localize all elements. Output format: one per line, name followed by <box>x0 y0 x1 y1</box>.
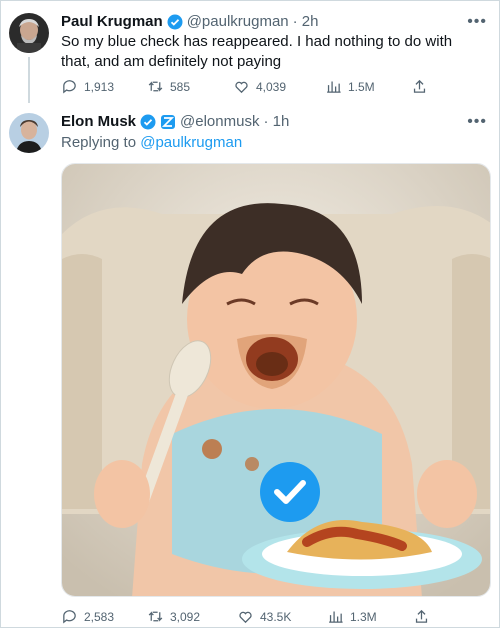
tweet-text: So my blue check has reappeared. I had n… <box>61 33 453 70</box>
verified-badge-icon <box>167 14 183 30</box>
retweet-count: 585 <box>170 79 191 94</box>
more-icon[interactable]: ••• <box>467 114 487 130</box>
like-count: 4,039 <box>256 79 287 94</box>
avatar-elon-musk[interactable] <box>9 113 49 153</box>
verified-badge-icon <box>140 114 156 130</box>
share-icon <box>413 79 426 93</box>
tweet-media-image[interactable] <box>61 163 491 597</box>
retweet-button[interactable]: 585 <box>147 78 233 95</box>
reply-button[interactable]: 2,583 <box>61 608 147 625</box>
like-icon <box>235 81 248 94</box>
reply-icon <box>63 80 76 94</box>
author-name[interactable]: Paul Krugman <box>61 13 163 30</box>
views-count: 1.3M <box>350 609 377 624</box>
timestamp[interactable]: · 2h <box>293 13 319 30</box>
reply-count: 1,913 <box>84 79 115 94</box>
like-count: 43.5K <box>260 609 292 624</box>
like-button[interactable]: 43.5K <box>237 608 327 625</box>
retweet-icon <box>148 611 163 622</box>
views-icon <box>327 81 341 93</box>
crying-baby-illustration <box>62 164 490 596</box>
tweet1-actions: 1,913 585 4,039 1.5M <box>61 78 428 95</box>
views-icon <box>329 611 343 623</box>
retweet-icon <box>148 81 163 92</box>
verified-check-on-bib <box>260 462 320 522</box>
reply-button[interactable]: 1,913 <box>61 78 147 95</box>
more-icon[interactable]: ••• <box>467 14 487 30</box>
avatar-paul-krugman[interactable] <box>9 13 49 53</box>
timestamp[interactable]: · 1h <box>263 113 289 130</box>
replying-to: Replying to @paulkrugman <box>61 134 242 151</box>
affiliation-badge-icon[interactable] <box>160 114 176 130</box>
thread-connector-line <box>28 57 30 103</box>
like-icon <box>239 611 252 624</box>
views-count: 1.5M <box>348 79 375 94</box>
share-button[interactable] <box>413 608 430 625</box>
tweet1-header: Paul Krugman @paulkrugman · 2h <box>61 13 319 30</box>
tweet2-header: Elon Musk @elonmusk · 1h <box>61 113 289 130</box>
views-button[interactable]: 1.5M <box>325 78 411 95</box>
reply-count: 2,583 <box>84 609 115 624</box>
reply-icon <box>63 610 76 624</box>
retweet-count: 3,092 <box>170 609 201 624</box>
views-button[interactable]: 1.3M <box>327 608 413 625</box>
share-icon <box>415 609 428 623</box>
share-button[interactable] <box>411 78 428 95</box>
retweet-button[interactable]: 3,092 <box>147 608 237 625</box>
author-handle[interactable]: @paulkrugman <box>187 13 289 30</box>
tweet-thread: Paul Krugman @paulkrugman · 2h ••• So my… <box>0 0 500 628</box>
replying-prefix: Replying to <box>61 134 137 151</box>
replying-handle-link[interactable]: @paulkrugman <box>140 134 242 151</box>
tweet2-actions: 2,583 3,092 43.5K 1.3M <box>61 608 430 625</box>
like-button[interactable]: 4,039 <box>233 78 325 95</box>
author-handle[interactable]: @elonmusk <box>180 113 259 130</box>
author-name[interactable]: Elon Musk <box>61 113 136 130</box>
